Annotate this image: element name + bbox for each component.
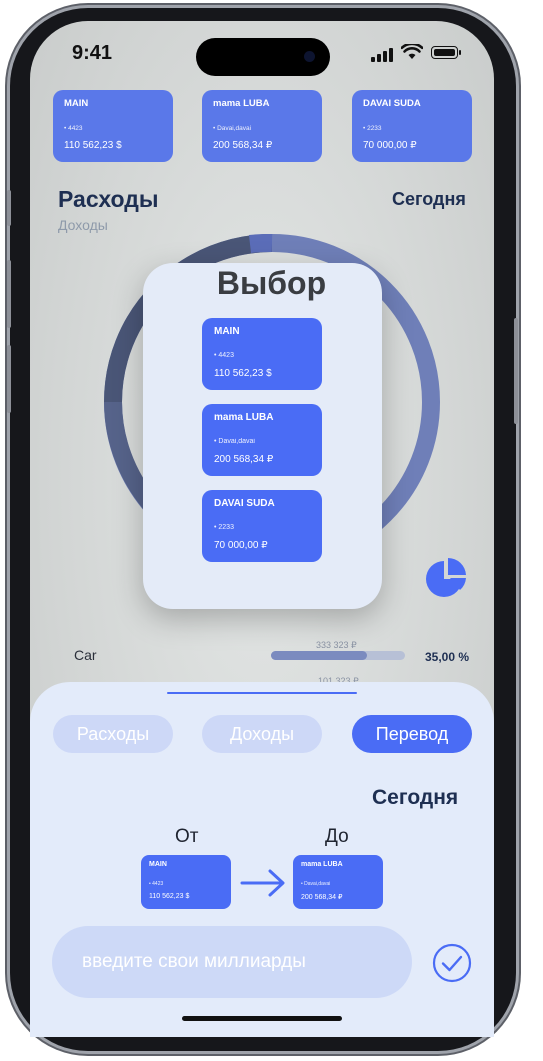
to-label: До xyxy=(325,826,349,847)
sheet-handle[interactable] xyxy=(167,692,357,694)
account-amount: 70 000,00 ₽ xyxy=(214,540,268,551)
pie-chart-icon[interactable] xyxy=(424,557,468,601)
sheet-period-selector[interactable]: Сегодня xyxy=(372,786,458,810)
account-name: MAIN xyxy=(64,98,89,109)
category-percent: 35,00 % xyxy=(425,650,470,664)
category-value: 333 323 ₽ xyxy=(316,640,357,650)
section-title: Расходы xyxy=(58,186,159,212)
wifi-icon xyxy=(401,44,423,59)
account-card-mama-luba[interactable]: mama LUBA • Davai,davai 200 568,34 ₽ xyxy=(202,90,322,162)
amount-input[interactable] xyxy=(52,926,412,998)
tab-expenses[interactable]: Расходы xyxy=(53,715,173,753)
account-number: • 4423 xyxy=(64,125,83,132)
account-number: • Davai,davai xyxy=(214,438,255,445)
status-time: 9:41 xyxy=(72,42,113,64)
account-amount: 110 562,23 $ xyxy=(64,140,122,151)
account-number: • Davai,davai xyxy=(213,125,252,132)
check-circle-icon[interactable] xyxy=(432,943,472,983)
mute-switch xyxy=(7,190,11,226)
picker-option-mama-luba[interactable]: mama LUBA • Davai,davai 200 568,34 ₽ xyxy=(202,404,322,476)
tab-income[interactable]: Доходы xyxy=(202,715,322,753)
account-name: mama LUBA xyxy=(214,412,274,423)
dialog-title: Выбор xyxy=(216,265,327,301)
signal-icon xyxy=(371,48,393,62)
from-account-card[interactable]: MAIN • 4423 110 562,23 $ xyxy=(141,855,231,909)
category-label: Car xyxy=(74,647,97,663)
arrow-right-icon xyxy=(240,869,285,897)
account-number: • 4423 xyxy=(149,881,164,887)
category-bar xyxy=(271,651,405,660)
dynamic-island xyxy=(196,38,330,76)
power-button xyxy=(514,318,518,424)
category-bar-fill xyxy=(271,651,368,660)
battery-icon xyxy=(431,46,461,59)
account-number: • 2233 xyxy=(363,125,382,132)
account-amount: 200 568,34 ₽ xyxy=(214,454,274,465)
account-number: • 2233 xyxy=(214,524,234,531)
account-amount: 70 000,00 ₽ xyxy=(363,140,417,151)
from-label: От xyxy=(175,826,199,847)
account-name: mama LUBA xyxy=(213,98,270,109)
home-indicator[interactable] xyxy=(182,1016,342,1021)
account-amount: 110 562,23 $ xyxy=(214,368,272,379)
account-amount: 110 562,23 $ xyxy=(149,893,190,900)
account-name: DAVAI SUDA xyxy=(214,498,275,509)
picker-option-main[interactable]: MAIN • 4423 110 562,23 $ xyxy=(202,318,322,390)
camera-dot xyxy=(304,51,315,62)
account-card-davai-suda[interactable]: DAVAI SUDA • 2233 70 000,00 ₽ xyxy=(352,90,472,162)
account-number: • 4423 xyxy=(214,352,234,359)
account-card-main[interactable]: MAIN • 4423 110 562,23 $ xyxy=(53,90,173,162)
to-account-card[interactable]: mama LUBA • Davai,davai 200 568,34 ₽ xyxy=(293,855,383,909)
account-name: MAIN xyxy=(149,861,167,868)
tab-transfer[interactable]: Перевод xyxy=(352,715,472,753)
account-name: DAVAI SUDA xyxy=(363,98,421,109)
account-name: mama LUBA xyxy=(301,861,343,868)
account-amount: 200 568,34 ₽ xyxy=(301,894,343,901)
period-selector[interactable]: Сегодня xyxy=(392,189,466,210)
account-amount: 200 568,34 ₽ xyxy=(213,140,273,151)
account-number: • Davai,davai xyxy=(301,881,331,887)
account-name: MAIN xyxy=(214,326,240,337)
picker-option-davai-suda[interactable]: DAVAI SUDA • 2233 70 000,00 ₽ xyxy=(202,490,322,562)
volume-down-button xyxy=(7,345,11,413)
